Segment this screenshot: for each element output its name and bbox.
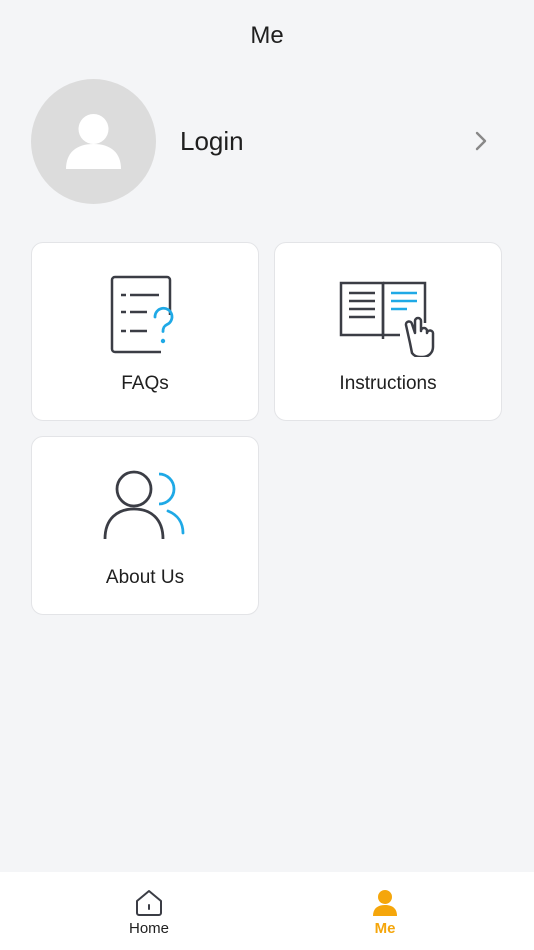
- tab-me[interactable]: Me: [325, 872, 445, 950]
- login-row[interactable]: Login: [31, 78, 503, 204]
- faqs-card[interactable]: FAQs: [31, 242, 259, 421]
- tab-home-label: Home: [128, 920, 169, 937]
- faq-document-icon: [110, 275, 174, 354]
- instructions-card[interactable]: Instructions: [274, 242, 502, 421]
- bottom-tab-bar: Home Me: [0, 872, 534, 950]
- chevron-right-icon: [475, 131, 487, 151]
- about-us-card[interactable]: About Us: [31, 436, 259, 615]
- tab-me-label: Me: [374, 920, 396, 937]
- faqs-label: FAQs: [121, 373, 169, 394]
- user-placeholder-icon: [66, 113, 121, 169]
- tab-home[interactable]: Home: [89, 872, 209, 950]
- login-label: Login: [180, 125, 244, 156]
- home-icon: [136, 890, 162, 916]
- about-us-label: About Us: [105, 567, 185, 588]
- avatar: [31, 78, 156, 204]
- instruction-book-icon: [339, 281, 435, 357]
- person-icon: [373, 890, 397, 916]
- about-people-icon: [103, 470, 185, 540]
- instructions-label: Instructions: [339, 373, 437, 394]
- me-screen: Me Login FAQs Instructions About Us Home…: [0, 0, 534, 950]
- page-title: Me: [250, 22, 284, 49]
